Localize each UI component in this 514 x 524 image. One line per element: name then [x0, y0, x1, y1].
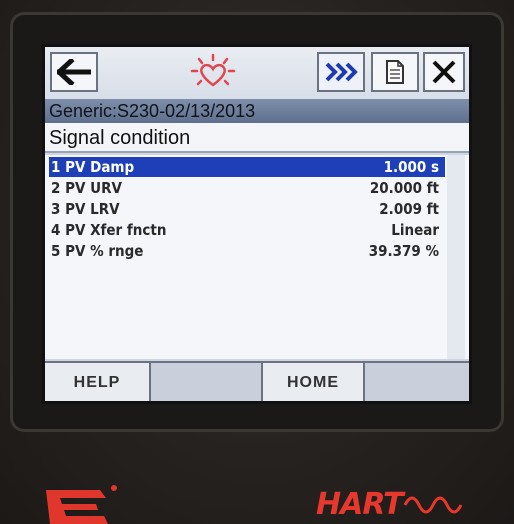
fast-forward-button[interactable]	[317, 52, 365, 92]
softkey-bar: HELP HOME	[45, 361, 469, 401]
list-item-label: 2 PV URV	[51, 179, 122, 197]
toolbar	[45, 47, 469, 99]
hart-logo: HART	[316, 484, 476, 524]
heartbeat-indicator	[183, 51, 243, 93]
back-arrow-icon	[57, 59, 91, 85]
list-item-value: Linear	[391, 221, 439, 239]
list-item-pv-xfer-fnctn[interactable]: 4 PV Xfer fnctn Linear	[49, 220, 445, 240]
hart-logo-text: HART	[316, 486, 404, 522]
list-item-label: 3 PV LRV	[51, 200, 120, 218]
back-button[interactable]	[50, 52, 98, 92]
emerson-logo	[46, 485, 117, 524]
close-icon	[432, 60, 456, 84]
heart-pulse-icon	[190, 53, 236, 87]
list-item-value: 20.000 ft	[369, 179, 439, 197]
list-item-pv-urv[interactable]: 2 PV URV 20.000 ft	[49, 178, 445, 198]
document-icon	[386, 60, 404, 84]
list-item-label: 4 PV Xfer fnctn	[51, 221, 167, 239]
list-item-value: 1.000 s	[383, 158, 439, 176]
display-screen: Generic:S230-02/13/2013 Signal condition…	[42, 44, 472, 404]
parameter-list: 1 PV Damp 1.000 s 2 PV URV 20.000 ft 3 P…	[45, 155, 469, 359]
device-title-bar: Generic:S230-02/13/2013	[45, 99, 469, 123]
list-item-value: 2.009 ft	[379, 200, 439, 218]
list-item-label: 1 PV Damp	[51, 158, 135, 176]
list-scrollbar[interactable]	[447, 155, 465, 359]
page-title: Signal condition	[45, 123, 469, 153]
handheld-communicator: Generic:S230-02/13/2013 Signal condition…	[0, 0, 514, 524]
help-button[interactable]: HELP	[45, 363, 151, 401]
list-item-label: 5 PV % rnge	[51, 242, 144, 260]
close-button[interactable]	[423, 52, 465, 92]
home-button[interactable]: HOME	[261, 363, 365, 401]
list-item-pv-damp[interactable]: 1 PV Damp 1.000 s	[49, 157, 445, 177]
list-item-pv-lrv[interactable]: 3 PV LRV 2.009 ft	[49, 199, 445, 219]
fast-forward-icon	[325, 62, 358, 82]
list-item-value: 39.379 %	[368, 242, 439, 260]
list-item-pv-rnge[interactable]: 5 PV % rnge 39.379 %	[49, 241, 445, 261]
document-button[interactable]	[371, 52, 419, 92]
waveform-icon	[403, 496, 462, 514]
